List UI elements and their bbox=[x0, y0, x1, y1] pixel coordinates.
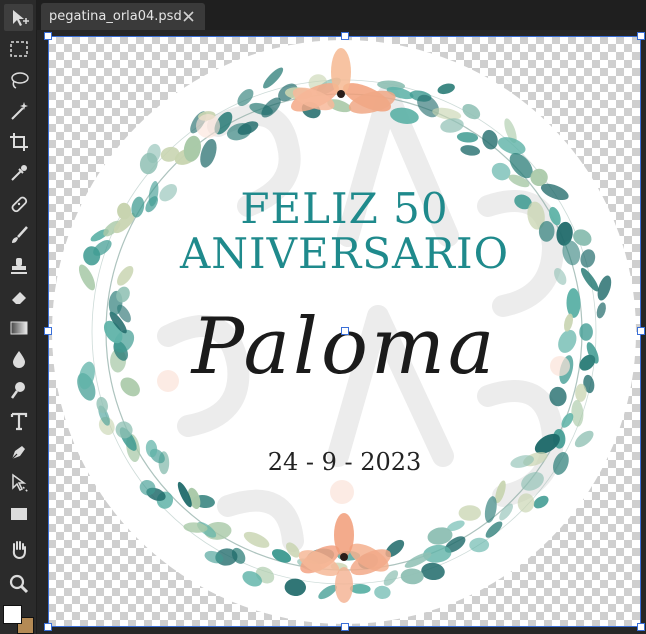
type-tool-icon bbox=[10, 412, 27, 430]
gradient-tool[interactable] bbox=[4, 314, 33, 341]
dodge-tool-icon bbox=[10, 381, 25, 399]
magic-wand-icon bbox=[10, 101, 28, 120]
dodge-tool[interactable] bbox=[4, 376, 33, 403]
clone-stamp-icon bbox=[10, 257, 27, 274]
pen-tool[interactable] bbox=[4, 438, 33, 465]
eraser-tool[interactable] bbox=[4, 283, 33, 310]
brush-tool[interactable] bbox=[4, 221, 33, 248]
move-tool-icon bbox=[12, 9, 29, 26]
zoom-tool-icon bbox=[9, 574, 28, 593]
brush-tool-icon bbox=[11, 225, 28, 243]
path-selection-icon bbox=[11, 473, 29, 493]
document-tab-bar: pegatina_orla04.psd bbox=[37, 0, 646, 30]
marquee-tool-icon bbox=[9, 40, 28, 57]
clone-stamp-tool[interactable] bbox=[4, 252, 33, 279]
rectangle-tool[interactable] bbox=[4, 500, 33, 527]
zoom-tool[interactable] bbox=[4, 570, 33, 597]
lasso-tool-icon bbox=[10, 71, 29, 89]
eyedropper-tool[interactable] bbox=[4, 159, 33, 186]
leaf bbox=[458, 505, 481, 521]
gradient-tool-icon bbox=[10, 321, 27, 334]
blur-tool[interactable] bbox=[4, 345, 33, 372]
foreground-color-swatch[interactable] bbox=[3, 605, 22, 624]
tools-panel bbox=[0, 0, 37, 634]
crop-tool[interactable] bbox=[4, 128, 33, 155]
magic-wand-tool[interactable] bbox=[4, 97, 33, 124]
rectangle-tool-icon bbox=[10, 507, 27, 520]
pen-tool-icon bbox=[11, 445, 25, 459]
sticker-name: Paloma bbox=[191, 302, 498, 392]
document-canvas[interactable]: FELIZ 50 ANIVERSARIO Paloma 24 - 9 - 202… bbox=[48, 36, 641, 627]
hand-tool-icon bbox=[12, 540, 26, 559]
path-selection-tool[interactable] bbox=[4, 469, 33, 496]
move-tool[interactable] bbox=[4, 4, 33, 31]
eyedropper-icon bbox=[10, 164, 27, 181]
sticker-title-line2: ANIVERSARIO bbox=[179, 229, 510, 278]
document-tab[interactable]: pegatina_orla04.psd bbox=[41, 3, 205, 30]
document-tab-label: pegatina_orla04.psd bbox=[49, 9, 182, 24]
type-tool[interactable] bbox=[4, 407, 33, 434]
blur-tool-icon bbox=[12, 350, 25, 368]
close-icon[interactable] bbox=[182, 10, 195, 23]
sticker-date: 24 - 9 - 2023 bbox=[267, 448, 422, 476]
healing-brush-icon bbox=[11, 196, 27, 212]
marquee-tool[interactable] bbox=[4, 35, 33, 62]
eraser-icon bbox=[11, 291, 26, 304]
sticker-title-line1: FELIZ 50 bbox=[240, 184, 449, 233]
lasso-tool[interactable] bbox=[4, 66, 33, 93]
crop-tool-icon bbox=[9, 132, 28, 151]
hand-tool[interactable] bbox=[4, 535, 33, 562]
healing-brush-tool[interactable] bbox=[4, 190, 33, 217]
